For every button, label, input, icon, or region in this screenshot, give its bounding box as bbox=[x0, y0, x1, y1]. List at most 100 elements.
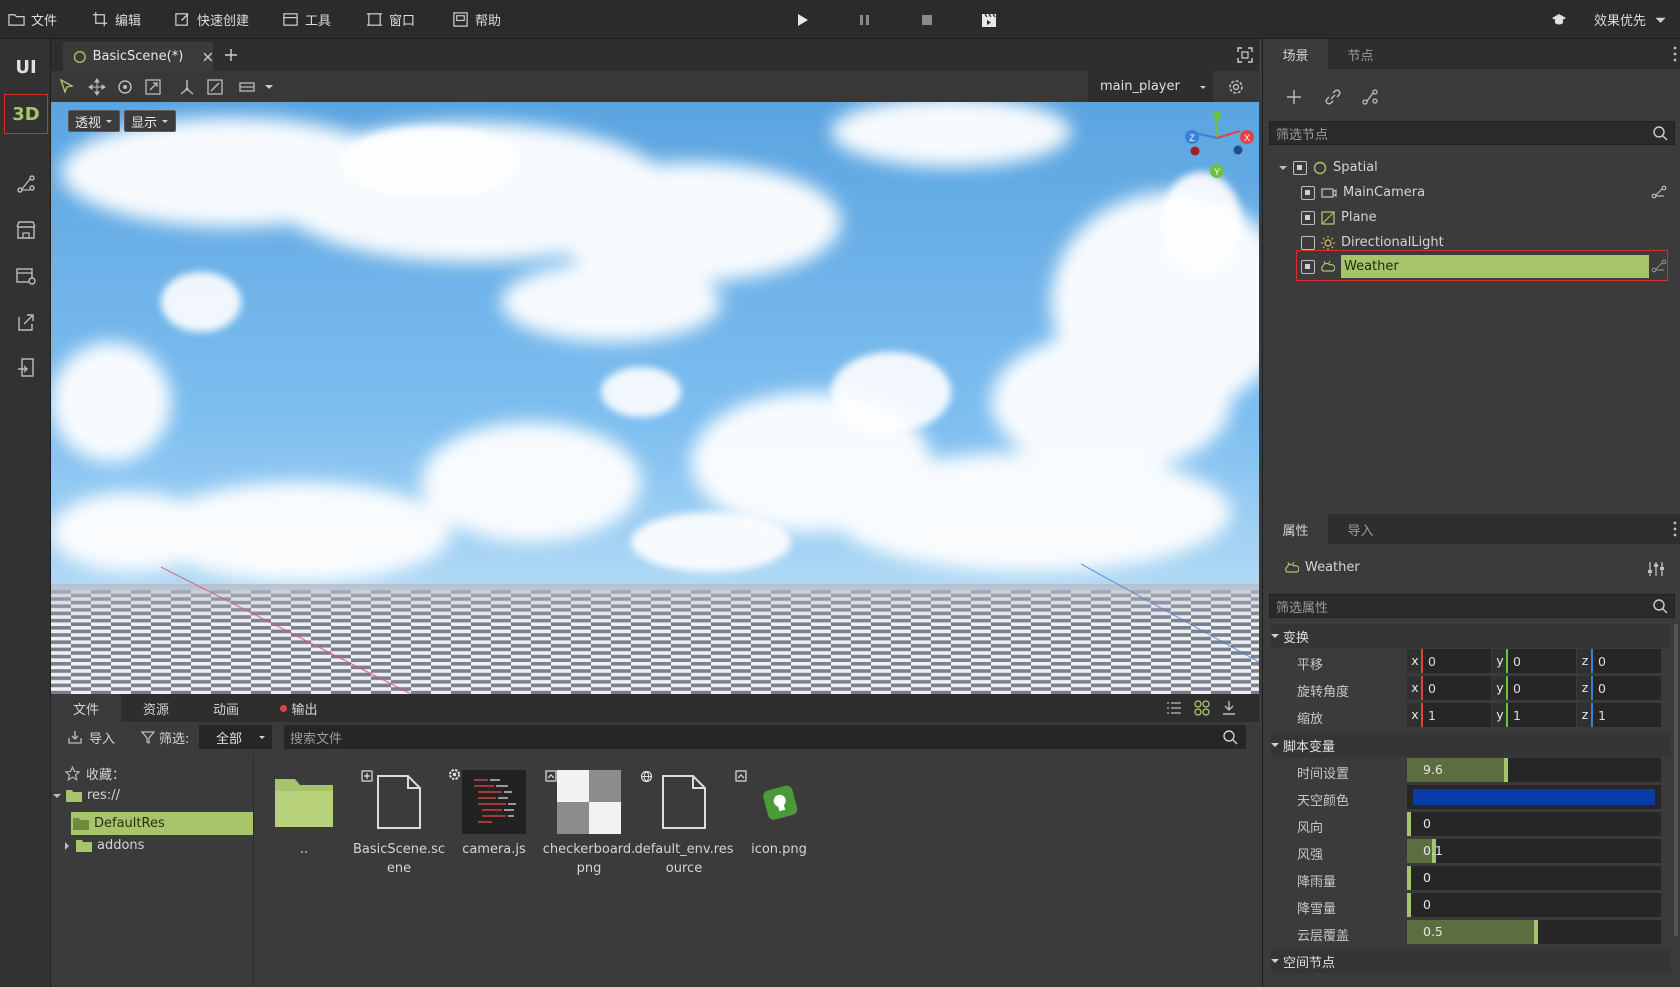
tree-addons-item[interactable]: addons bbox=[63, 838, 144, 853]
menu-file[interactable]: 文件 bbox=[8, 0, 57, 39]
menu-edit[interactable]: 编辑 bbox=[92, 0, 141, 39]
chevron-down-icon[interactable] bbox=[259, 77, 279, 97]
visibility-checkbox[interactable] bbox=[1293, 160, 1307, 175]
more-vertical-icon[interactable] bbox=[1673, 520, 1677, 538]
menu-help[interactable]: 帮助 bbox=[452, 0, 501, 39]
tree-default-res-item[interactable]: DefaultRes bbox=[71, 812, 253, 835]
tab-animation[interactable]: 动画 bbox=[191, 694, 261, 722]
tab-properties[interactable]: 属性 bbox=[1263, 514, 1328, 544]
section-transform[interactable]: 变换 bbox=[1271, 624, 1671, 648]
slider-knob[interactable] bbox=[1407, 893, 1411, 917]
import-device-button[interactable] bbox=[4, 348, 48, 388]
node-filter-input[interactable]: 筛选节点 bbox=[1269, 121, 1675, 145]
menu-quick-create[interactable]: 快速创建 bbox=[174, 0, 249, 39]
translation-y-field[interactable]: y0 bbox=[1492, 649, 1576, 673]
menu-tools[interactable]: 工具 bbox=[282, 0, 331, 39]
cloud-cover-slider[interactable]: 0.5 bbox=[1407, 920, 1661, 944]
tab-resources[interactable]: 资源 bbox=[121, 694, 191, 722]
rotation-z-field[interactable]: z0 bbox=[1577, 676, 1661, 700]
gear-icon[interactable] bbox=[1226, 77, 1246, 97]
time-slider[interactable]: 9.6 bbox=[1407, 758, 1661, 782]
slider-knob[interactable] bbox=[1407, 866, 1411, 890]
add-node-icon[interactable] bbox=[1285, 88, 1303, 106]
snap-icon[interactable] bbox=[205, 77, 225, 97]
sliders-icon[interactable] bbox=[1647, 561, 1665, 577]
file-item[interactable]: default_env.resource bbox=[634, 770, 734, 878]
play-button[interactable] bbox=[792, 10, 812, 30]
sky-color-picker[interactable] bbox=[1407, 785, 1661, 809]
script-attached-icon[interactable] bbox=[1651, 259, 1667, 273]
path-tool-button[interactable] bbox=[4, 164, 48, 204]
snow-slider[interactable]: 0 bbox=[1407, 893, 1661, 917]
more-vertical-icon[interactable] bbox=[1673, 45, 1677, 63]
slider-knob[interactable] bbox=[1504, 758, 1508, 782]
visibility-checkbox[interactable] bbox=[1301, 235, 1315, 250]
display-dropdown[interactable]: 显示 bbox=[124, 110, 177, 132]
perspective-dropdown[interactable]: 透视 bbox=[68, 110, 121, 132]
select-tool-icon[interactable] bbox=[57, 77, 77, 97]
tab-basic-scene[interactable]: BasicScene(*) bbox=[63, 42, 213, 71]
file-item[interactable]: BasicScene.scene bbox=[349, 770, 449, 878]
tab-scene[interactable]: 场景 bbox=[1263, 39, 1328, 69]
tree-root-item[interactable]: res:// bbox=[53, 788, 120, 803]
tree-node-spatial[interactable]: Spatial bbox=[1279, 155, 1378, 180]
translation-z-field[interactable]: z0 bbox=[1577, 649, 1661, 673]
3d-mode-button[interactable]: 3D bbox=[4, 94, 48, 134]
file-item[interactable]: camera.js bbox=[444, 769, 544, 859]
pause-button[interactable] bbox=[855, 10, 875, 30]
file-search-input[interactable]: 搜索文件 bbox=[284, 725, 1246, 749]
file-item[interactable]: .. bbox=[254, 770, 354, 859]
tab-output[interactable]: 输出 bbox=[261, 694, 337, 722]
filter-select[interactable]: 全部 bbox=[199, 725, 272, 749]
wind-strength-slider[interactable]: 0.1 bbox=[1407, 839, 1661, 863]
menu-window[interactable]: 窗口 bbox=[366, 0, 415, 39]
file-item[interactable]: checkerboard.png bbox=[539, 770, 639, 878]
translation-x-field[interactable]: x0 bbox=[1407, 649, 1491, 673]
export-button[interactable] bbox=[4, 302, 48, 342]
rotation-x-field[interactable]: x0 bbox=[1407, 676, 1491, 700]
property-filter-input[interactable]: 筛选属性 bbox=[1269, 594, 1675, 618]
inspector-scrollbar[interactable] bbox=[1674, 624, 1678, 936]
file-item[interactable]: icon.png bbox=[729, 770, 829, 859]
visibility-checkbox[interactable] bbox=[1301, 210, 1315, 225]
link-icon[interactable] bbox=[1324, 88, 1342, 106]
visibility-checkbox[interactable] bbox=[1301, 185, 1315, 200]
tree-node-weather[interactable]: Weather bbox=[1301, 254, 1649, 279]
tab-import[interactable]: 导入 bbox=[1328, 514, 1393, 544]
rotate-tool-icon[interactable] bbox=[115, 77, 135, 97]
download-icon[interactable] bbox=[1221, 700, 1237, 716]
rain-slider[interactable]: 0 bbox=[1407, 866, 1661, 890]
add-tab-button[interactable] bbox=[223, 47, 239, 63]
local-space-icon[interactable] bbox=[177, 77, 197, 97]
scale-x-field[interactable]: x1 bbox=[1407, 703, 1491, 727]
tree-node-main-camera[interactable]: MainCamera bbox=[1301, 180, 1425, 205]
move-tool-icon[interactable] bbox=[87, 77, 107, 97]
stop-button[interactable] bbox=[917, 10, 937, 30]
close-icon[interactable] bbox=[203, 52, 213, 62]
favorites-item[interactable]: 收藏： bbox=[65, 764, 125, 783]
wind-direction-slider[interactable]: 0 bbox=[1407, 812, 1661, 836]
section-script-vars[interactable]: 脚本变量 bbox=[1271, 733, 1671, 757]
camera-select[interactable]: main_player bbox=[1088, 71, 1213, 102]
tree-node-plane[interactable]: Plane bbox=[1301, 205, 1377, 230]
view-menu-icon[interactable] bbox=[237, 77, 257, 97]
list-view-icon[interactable] bbox=[1166, 701, 1182, 715]
clapper-button[interactable] bbox=[979, 10, 999, 30]
quality-dropdown[interactable]: 效果优先 bbox=[1594, 0, 1669, 39]
project-settings-button[interactable] bbox=[4, 256, 48, 296]
rotation-y-field[interactable]: y0 bbox=[1492, 676, 1576, 700]
import-button[interactable]: 导入 bbox=[67, 726, 115, 748]
ui-mode-button[interactable]: UI bbox=[4, 47, 48, 87]
slider-knob[interactable] bbox=[1407, 812, 1411, 836]
slider-knob[interactable] bbox=[1534, 920, 1538, 944]
script-nodes-icon[interactable] bbox=[1361, 88, 1379, 106]
script-attached-icon[interactable] bbox=[1651, 185, 1667, 199]
scale-y-field[interactable]: y1 bbox=[1492, 703, 1576, 727]
grid-view-icon[interactable] bbox=[1194, 700, 1210, 716]
tutorial-button[interactable] bbox=[1549, 10, 1569, 30]
fullscreen-button[interactable] bbox=[1237, 47, 1253, 63]
section-spatial-node[interactable]: 空间节点 bbox=[1271, 949, 1671, 973]
scale-z-field[interactable]: z1 bbox=[1577, 703, 1661, 727]
visibility-checkbox[interactable] bbox=[1301, 259, 1315, 274]
scale-tool-icon[interactable] bbox=[143, 77, 163, 97]
